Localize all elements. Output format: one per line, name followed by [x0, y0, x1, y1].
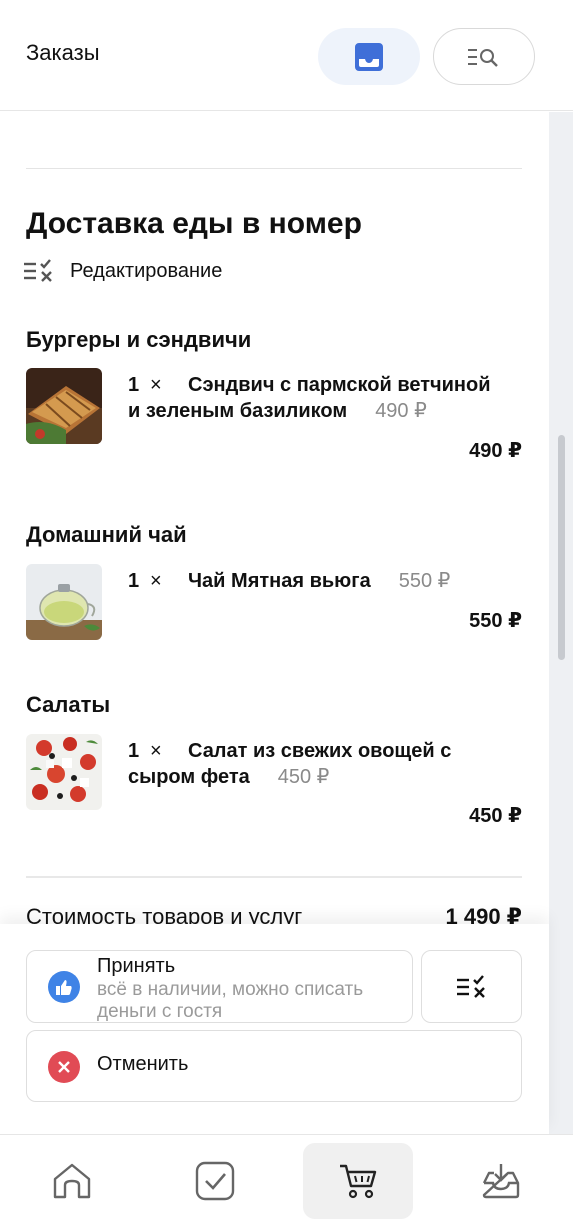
- home-icon: [53, 1163, 91, 1199]
- list-search-icon: [468, 48, 498, 67]
- salad-image: [26, 734, 102, 810]
- tea-image: [26, 564, 102, 640]
- cart-icon: [340, 1164, 377, 1199]
- item-name-cont: и зеленым базиликом: [128, 400, 348, 422]
- cancel-button[interactable]: Отменить: [26, 1030, 522, 1102]
- category-title: Салаты: [26, 692, 111, 717]
- checkbox-icon: [195, 1161, 235, 1201]
- item-total: 490 ₽: [469, 440, 522, 462]
- item-name: Сэндвич с пармской ветчиной: [188, 374, 491, 396]
- nav-incoming[interactable]: [446, 1143, 556, 1219]
- item-name-cont: сыром фета: [128, 766, 250, 788]
- edit-button[interactable]: Редактирование: [22, 257, 222, 285]
- item-qty: 1: [128, 374, 140, 396]
- inbox-download-icon: [482, 1164, 520, 1199]
- inbox-tab-button[interactable]: [318, 28, 420, 85]
- order-item: 1 × Салат из свежих овощей с сыром фета 450…: [128, 738, 528, 790]
- divider: [26, 876, 522, 878]
- category-title: Домашний чай: [26, 522, 187, 547]
- times-sign: ×: [150, 740, 162, 762]
- accept-button[interactable]: Принять всё в наличии, можно списать ден…: [26, 950, 413, 1023]
- cancel-title: Отменить: [97, 1053, 189, 1075]
- scrollbar-thumb[interactable]: [558, 435, 565, 660]
- item-total: 450 ₽: [469, 805, 522, 827]
- order-item: 1 × Сэндвич с пармской ветчиной и зеленым …: [128, 372, 528, 424]
- times-sign: ×: [150, 374, 162, 396]
- action-panel: Принять всё в наличии, можно списать ден…: [0, 924, 549, 1134]
- page-title: Заказы: [26, 40, 100, 65]
- item-qty: 1: [128, 740, 140, 762]
- nav-tasks[interactable]: [160, 1143, 270, 1219]
- item-total: 550 ₽: [469, 610, 522, 632]
- nav-cart[interactable]: [303, 1143, 413, 1219]
- bottom-nav: [0, 1134, 573, 1227]
- item-qty: 1: [128, 570, 140, 592]
- times-sign: ×: [150, 570, 162, 592]
- summary-row: Стоимость товаров и услуг 1 490 ₽: [26, 904, 522, 924]
- item-name: Чай Мятная вьюга: [188, 570, 371, 592]
- section-title: Доставка еды в номер: [26, 207, 362, 240]
- inbox-icon: [355, 42, 383, 71]
- accept-title: Принять: [97, 955, 176, 977]
- divider: [26, 168, 522, 169]
- thumbs-up-icon: [48, 971, 80, 1003]
- list-check-icon: [456, 974, 485, 998]
- item-unit-price: 550 ₽: [398, 570, 451, 592]
- close-icon: [48, 1051, 80, 1083]
- summary-label: Стоимость товаров и услуг: [26, 904, 303, 924]
- item-name: Салат из свежих овощей с: [188, 740, 452, 762]
- sandwich-image: [26, 368, 102, 444]
- bulk-edit-button[interactable]: [421, 950, 522, 1023]
- category-title: Бургеры и сэндвичи: [26, 327, 252, 352]
- nav-home[interactable]: [17, 1143, 127, 1219]
- order-content[interactable]: Доставка еды в номер Редактирование Бург…: [0, 112, 549, 924]
- accept-subtitle: всё в наличии, можно списать деньги с го…: [97, 979, 364, 1022]
- summary-value: 1 490 ₽: [445, 904, 522, 924]
- order-item: 1 × Чай Мятная вьюга 550 ₽: [128, 568, 528, 594]
- search-list-button[interactable]: [433, 28, 535, 85]
- item-unit-price: 450 ₽: [277, 766, 330, 788]
- edit-list-icon: [24, 259, 52, 282]
- edit-label: Редактирование: [70, 259, 223, 282]
- item-unit-price: 490 ₽: [375, 400, 427, 422]
- top-bar: Заказы: [0, 0, 573, 111]
